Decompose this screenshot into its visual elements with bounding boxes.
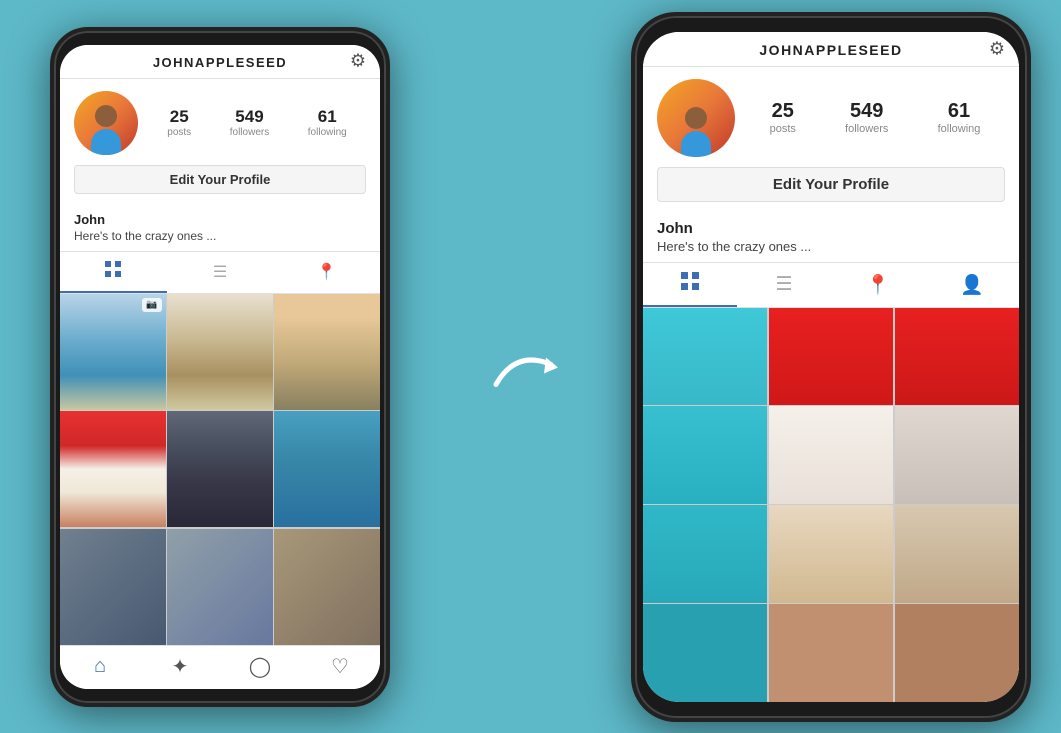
arrow-container	[486, 329, 576, 404]
right-cell-1[interactable]	[643, 308, 767, 405]
nav-explore[interactable]: ✦	[140, 654, 220, 679]
left-stats-row: 25 posts 549 followers 61 following	[148, 108, 366, 138]
right-avatar	[657, 79, 735, 157]
right-list-icon: ☰	[775, 273, 792, 296]
right-header-title: JOHNAPPLESEED	[759, 42, 902, 58]
left-tab-bar: ☰ 📍	[60, 251, 380, 294]
camera-overlay: 📷	[142, 298, 162, 312]
list-icon: ☰	[213, 262, 227, 282]
right-avatar-figure	[677, 105, 715, 157]
left-profile-section: 25 posts 549 followers 61 following	[60, 79, 380, 204]
right-cell-2[interactable]	[769, 308, 893, 405]
avatar-figure	[87, 103, 125, 155]
left-profile-bio: Here's to the crazy ones ...	[60, 229, 380, 251]
right-phone-screen: JOHNAPPLESEED ⚙ 25 posts	[643, 32, 1019, 702]
left-profile-name: John	[60, 204, 380, 229]
right-cell-6[interactable]	[895, 406, 1019, 503]
right-settings-icon[interactable]: ⚙	[989, 38, 1005, 59]
right-stat-posts[interactable]: 25 posts	[770, 101, 796, 135]
right-header: JOHNAPPLESEED ⚙	[643, 32, 1019, 67]
left-bottom-nav: ⌂ ✦ ◯ ♡	[60, 645, 380, 689]
nav-home[interactable]: ⌂	[60, 654, 140, 679]
right-edit-profile-button[interactable]: Edit Your Profile	[657, 167, 1005, 202]
right-stat-following[interactable]: 61 following	[938, 101, 981, 135]
right-tab-bar: ☰ 📍 👤	[643, 262, 1019, 308]
right-grid-area	[643, 308, 1019, 702]
left-stat-following[interactable]: 61 following	[308, 108, 347, 138]
right-stats-row: 25 posts 549 followers 61 following	[745, 101, 1005, 135]
right-profile-top: 25 posts 549 followers 61 following	[657, 79, 1005, 157]
grid-cell-3[interactable]	[274, 294, 380, 410]
right-profile-name: John	[643, 212, 1019, 239]
left-avatar	[74, 91, 138, 155]
right-cell-5[interactable]	[769, 406, 893, 503]
right-cell-10[interactable]	[643, 604, 767, 701]
right-tab-location[interactable]: 📍	[831, 263, 925, 307]
grid-cell-4[interactable]	[60, 411, 166, 527]
right-full-grid	[643, 308, 1019, 702]
right-following-number: 61	[948, 101, 970, 121]
left-photo-grid: 📷	[60, 294, 380, 645]
left-posts-label: posts	[167, 127, 191, 138]
grid-cell-5[interactable]	[167, 411, 273, 527]
left-phone-screen: JOHNAPPLESEED ⚙ 25 posts	[60, 45, 380, 689]
left-profile-top: 25 posts 549 followers 61 following	[74, 91, 366, 155]
left-tab-grid[interactable]	[60, 252, 167, 293]
left-followers-label: followers	[230, 127, 269, 138]
right-cell-3[interactable]	[895, 308, 1019, 405]
right-following-label: following	[938, 123, 981, 135]
right-posts-number: 25	[772, 101, 794, 121]
settings-icon[interactable]: ⚙	[350, 51, 366, 72]
left-tab-list[interactable]: ☰	[167, 252, 274, 293]
left-phone-wrapper: JOHNAPPLESEED ⚙ 25 posts	[50, 27, 390, 707]
grid-cell-1[interactable]: 📷	[60, 294, 166, 410]
nav-camera[interactable]: ◯	[220, 654, 300, 679]
left-phone: JOHNAPPLESEED ⚙ 25 posts	[50, 27, 390, 707]
left-stat-followers[interactable]: 549 followers	[230, 108, 269, 138]
right-tab-person[interactable]: 👤	[925, 263, 1019, 307]
right-cell-11[interactable]	[769, 604, 893, 701]
left-followers-number: 549	[235, 108, 263, 125]
right-followers-label: followers	[845, 123, 888, 135]
grid-cell-9[interactable]	[274, 529, 380, 645]
grid-cell-2[interactable]	[167, 294, 273, 410]
left-following-label: following	[308, 127, 347, 138]
arrow-svg	[486, 329, 576, 399]
right-tab-list[interactable]: ☰	[737, 263, 831, 307]
right-profile-section: 25 posts 549 followers 61 following	[643, 67, 1019, 212]
right-cell-7[interactable]	[643, 505, 767, 602]
right-tab-grid[interactable]	[643, 263, 737, 307]
grid-cell-8[interactable]	[167, 529, 273, 645]
left-stat-posts[interactable]: 25 posts	[167, 108, 191, 138]
right-followers-number: 549	[850, 101, 883, 121]
left-header-title: JOHNAPPLESEED	[153, 55, 287, 70]
nav-heart[interactable]: ♡	[300, 654, 380, 679]
phones-wrapper: JOHNAPPLESEED ⚙ 25 posts	[0, 0, 1061, 733]
right-phone: JOHNAPPLESEED ⚙ 25 posts	[631, 12, 1031, 722]
right-stat-followers[interactable]: 549 followers	[845, 101, 888, 135]
right-profile-bio: Here's to the crazy ones ...	[643, 239, 1019, 262]
right-posts-label: posts	[770, 123, 796, 135]
left-edit-profile-button[interactable]: Edit Your Profile	[74, 165, 366, 194]
right-grid-icon	[681, 272, 699, 296]
location-icon: 📍	[317, 262, 337, 282]
right-cell-9[interactable]	[895, 505, 1019, 602]
right-person-icon: 👤	[960, 273, 984, 297]
grid-icon	[105, 261, 121, 282]
left-tab-location[interactable]: 📍	[273, 252, 380, 293]
right-phone-wrapper: JOHNAPPLESEED ⚙ 25 posts	[631, 12, 1031, 722]
left-following-number: 61	[318, 108, 337, 125]
right-cell-4[interactable]	[643, 406, 767, 503]
left-grid-area: 📷	[60, 294, 380, 645]
left-header: JOHNAPPLESEED ⚙	[60, 45, 380, 79]
right-location-icon: 📍	[866, 273, 890, 297]
right-cell-8[interactable]	[769, 505, 893, 602]
grid-cell-6[interactable]	[274, 411, 380, 527]
right-cell-12[interactable]	[895, 604, 1019, 701]
grid-cell-7[interactable]	[60, 529, 166, 645]
left-posts-number: 25	[170, 108, 189, 125]
